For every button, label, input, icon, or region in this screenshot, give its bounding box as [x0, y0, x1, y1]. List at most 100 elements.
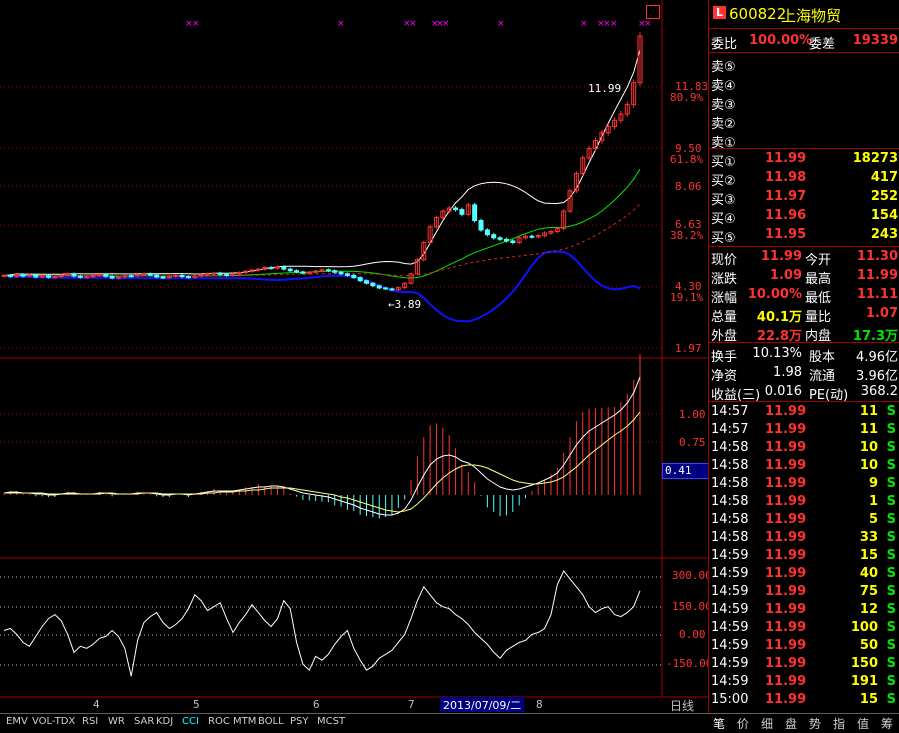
candle-body: [370, 282, 376, 287]
buy-level-volume: 18273: [852, 151, 898, 166]
candle-body: [115, 276, 121, 279]
tick-volume: 10: [859, 440, 878, 455]
price-axis-label: 8.06: [675, 180, 702, 193]
tick-volume: 150: [850, 656, 878, 671]
candle-body: [376, 285, 382, 289]
chart-canvas[interactable]: × × × ×× ××× × × ×× × ××: [0, 0, 708, 713]
candle-body: [338, 271, 344, 275]
tick-row: 14:59 11.99 12 S: [709, 601, 899, 619]
indicator-tab-psy[interactable]: PSY: [290, 716, 309, 727]
price-axis-pct: 80.9%: [670, 91, 704, 104]
tick-row: 14:57 11.99 11 S: [709, 403, 899, 421]
indicator-tab-rsi[interactable]: RSI: [82, 716, 98, 727]
month-label-5: 5: [193, 698, 200, 711]
kline-chart-area[interactable]: × × × × × × × × × × × × × × × 11.83 80.9% 9.50 61.8% 8.06 6…: [0, 0, 712, 714]
tick-row: 14:58 11.99 5 S: [709, 511, 899, 529]
tick-row: 14:59 11.99 150 S: [709, 655, 899, 673]
tick-row: 14:59 11.99 15 S: [709, 547, 899, 565]
buy-level-volume: 417: [870, 170, 898, 185]
fundamental-value: 3.96亿: [856, 369, 898, 384]
right-tab-5[interactable]: 指: [833, 715, 845, 732]
right-tab-0[interactable]: 笔: [713, 715, 725, 732]
stock-code: 600822: [729, 5, 787, 23]
tick-volume: 191: [850, 674, 878, 689]
candle-body: [503, 238, 509, 242]
indicator-tab-bar: EMV VOL-TDX RSI WR SAR KDJ CCI ROC MTM BOLL PSY MCS…: [0, 713, 708, 733]
tick-side: S: [886, 692, 896, 707]
cursor-date: 2013/07/09/二: [440, 697, 525, 712]
candle-body: [173, 274, 179, 277]
indicator-tab-emv[interactable]: EMV: [6, 716, 28, 727]
tick-volume: 15: [859, 548, 878, 563]
quote-label: 最低: [805, 291, 832, 306]
quote-label: 今开: [805, 253, 832, 268]
candle-body: [7, 274, 13, 277]
month-label-8: 8: [536, 698, 543, 711]
candle-body: [33, 274, 39, 278]
tick-side: S: [886, 530, 896, 545]
price-axis-pct: 19.1%: [670, 291, 704, 304]
tick-time: 14:58: [711, 476, 749, 491]
buy-level-label: 买④: [711, 212, 736, 227]
candle-body: [357, 277, 363, 282]
right-tab-3[interactable]: 盘: [785, 715, 797, 732]
boll-upper-line: [3, 49, 641, 276]
period-label[interactable]: 日线: [670, 697, 694, 714]
right-tab-7[interactable]: 筹: [881, 715, 893, 732]
price-axis-pct: 61.8%: [670, 153, 704, 166]
buy-level-row: 买① 11.99 18273: [709, 150, 899, 170]
quote-value: 1.07: [865, 306, 898, 321]
right-tab-1[interactable]: 价: [737, 715, 749, 732]
expand-icon[interactable]: [646, 5, 660, 19]
tick-time: 14:57: [711, 404, 749, 419]
tick-side: S: [886, 674, 896, 689]
buy-level-price: 11.98: [765, 170, 807, 185]
indicator-tab-mcst[interactable]: MCST: [317, 716, 345, 727]
tick-volume: 11: [859, 404, 878, 419]
tick-volume: 1: [868, 494, 878, 509]
indicator-tab-mtm[interactable]: MTM: [233, 716, 256, 727]
signal-marker: ×: [497, 19, 505, 29]
buy-level-volume: 243: [870, 227, 898, 242]
quote-label: 量比: [805, 310, 832, 325]
low-price-value: 3.89: [394, 298, 422, 311]
divider: [709, 401, 899, 402]
macd-axis-2: 0.75: [679, 436, 706, 449]
right-tab-6[interactable]: 值: [857, 715, 869, 732]
cci-axis-1: 300.00: [672, 569, 712, 582]
fundamental-value: 0.016: [764, 384, 802, 399]
indicator-tab-sar[interactable]: SAR: [134, 716, 154, 727]
tick-side: S: [886, 638, 896, 653]
quote-row: 现价 11.99 今开 11.30: [709, 248, 899, 268]
indicator-tab-wr[interactable]: WR: [108, 716, 125, 727]
cci-axis-2: 150.00: [672, 600, 712, 613]
candle-body: [478, 220, 484, 231]
indicator-tab-cci[interactable]: CCI: [182, 716, 199, 727]
indicator-tab-roc[interactable]: ROC: [208, 716, 230, 727]
tick-price: 11.99: [765, 566, 807, 581]
tick-price: 11.99: [765, 458, 807, 473]
candle-body: [351, 274, 357, 279]
sell-level-row: 卖③: [709, 93, 899, 113]
candle-body: [185, 276, 191, 279]
right-tab-2[interactable]: 细: [761, 715, 773, 732]
indicator-tab-vol-tdx[interactable]: VOL-TDX: [32, 716, 75, 727]
indicator-tab-boll[interactable]: BOLL: [258, 716, 284, 727]
price-axis-label: 1.97: [675, 342, 702, 355]
candle-body: [211, 272, 217, 275]
candle-body: [484, 229, 490, 236]
buy-level-label: 买⑤: [711, 231, 736, 246]
tick-side: S: [886, 656, 896, 671]
right-tab-4[interactable]: 势: [809, 715, 821, 732]
tick-price: 11.99: [765, 422, 807, 437]
tick-price: 11.99: [765, 512, 807, 527]
candle-body: [287, 268, 293, 272]
quote-row: 总量 40.1万 量比 1.07: [709, 305, 899, 325]
tick-volume: 10: [859, 458, 878, 473]
month-label-6: 6: [313, 698, 320, 711]
tick-row: 14:59 11.99 100 S: [709, 619, 899, 637]
indicator-tab-kdj[interactable]: KDJ: [156, 716, 173, 727]
sell-level-label: 卖④: [711, 79, 736, 94]
quote-value: 11.99: [856, 268, 898, 283]
fundamental-label: 流通: [809, 369, 836, 384]
